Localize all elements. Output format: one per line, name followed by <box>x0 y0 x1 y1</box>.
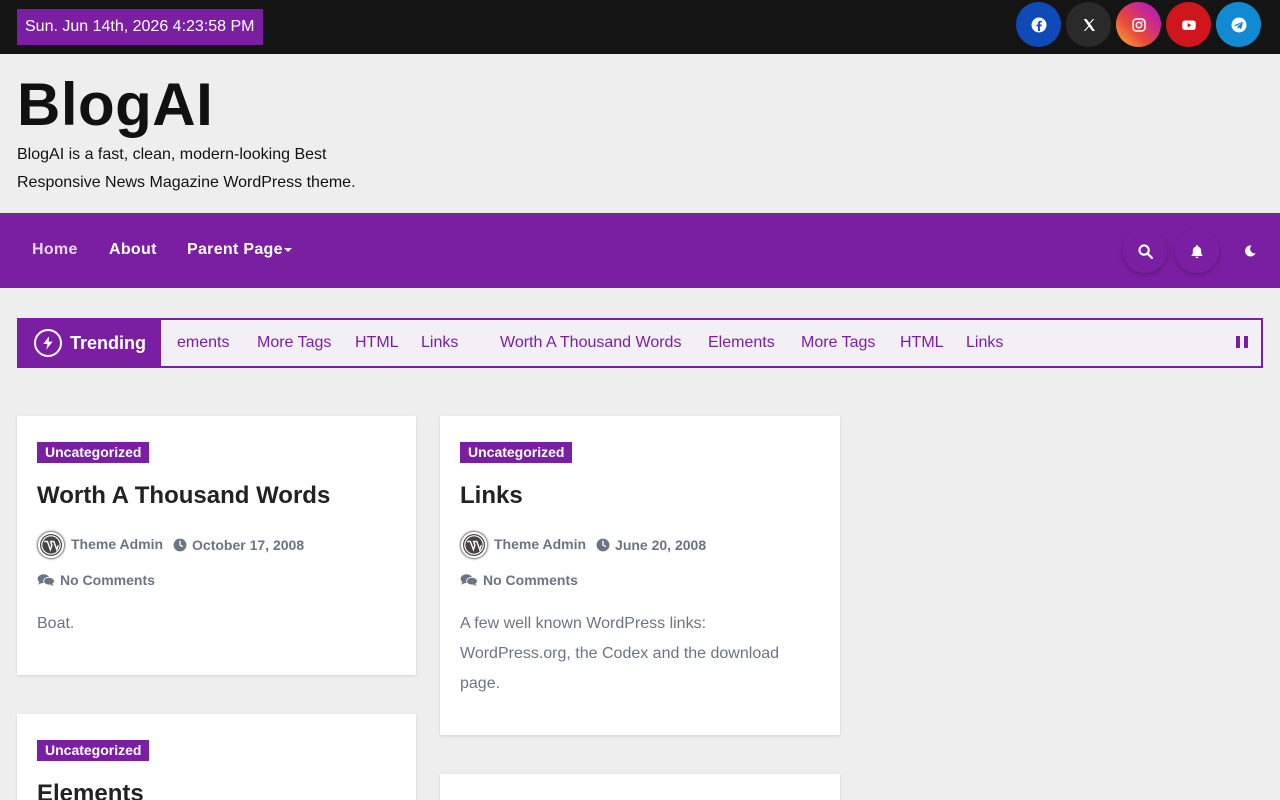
dark-mode-toggle[interactable] <box>1228 229 1272 273</box>
telegram-icon <box>1231 17 1246 32</box>
post-comments: No Comments <box>460 570 578 590</box>
avatar[interactable] <box>37 531 65 559</box>
comments-icon <box>37 574 55 586</box>
caret-down-icon <box>283 247 292 252</box>
ticker-item[interactable]: HTML <box>900 320 944 366</box>
comments-link[interactable]: No Comments <box>60 572 155 588</box>
trending-label-text: Trending <box>70 332 146 353</box>
moon-icon <box>1245 245 1256 257</box>
post-title[interactable]: Links <box>460 482 523 510</box>
bell-icon <box>1191 244 1203 258</box>
ticker-item[interactable]: Elements <box>708 320 775 366</box>
comments-icon <box>460 574 478 586</box>
post-title[interactable]: Elements <box>37 780 144 800</box>
comments-link[interactable]: No Comments <box>483 572 578 588</box>
ticker-item[interactable]: More Tags <box>257 320 331 366</box>
post-card: Uncategorized Links Theme Admin June 20,… <box>440 416 840 735</box>
nav-item-home[interactable]: Home <box>32 213 78 288</box>
x-twitter-icon <box>1083 18 1095 31</box>
post-card: Uncategorized Elements <box>17 714 416 800</box>
ticker-track: ements More Tags HTML Links Worth A Thou… <box>161 320 1211 366</box>
ticker-item[interactable]: HTML <box>355 320 399 366</box>
search-button[interactable] <box>1123 229 1167 273</box>
ticker-item[interactable]: ements <box>177 320 229 366</box>
facebook-link[interactable] <box>1016 2 1061 47</box>
post-author[interactable]: Theme Admin <box>494 536 586 552</box>
post-meta: Theme Admin June 20, 2008 <box>460 530 706 560</box>
ticker-item[interactable]: More Tags <box>801 320 875 366</box>
post-meta: Theme Admin October 17, 2008 <box>37 530 304 560</box>
clock-icon <box>596 538 610 552</box>
post-comments: No Comments <box>37 570 155 590</box>
site-title[interactable]: BlogAI <box>17 72 213 138</box>
post-card: Uncategorized Worth A Thousand Words The… <box>17 416 416 675</box>
clock-icon <box>173 538 187 552</box>
post-title[interactable]: Worth A Thousand Words <box>37 482 330 510</box>
instagram-link[interactable] <box>1116 2 1161 47</box>
post-card <box>440 774 840 800</box>
main-navigation: Home About Parent Page <box>0 213 1280 288</box>
pause-icon <box>1244 336 1248 348</box>
nav-item-label: Parent Page <box>187 241 283 258</box>
trending-label: Trending <box>19 320 161 366</box>
search-icon <box>1137 243 1153 259</box>
x-twitter-link[interactable] <box>1066 2 1111 47</box>
ticker-item[interactable]: Worth A Thousand Words <box>500 320 681 366</box>
pause-button[interactable] <box>1236 336 1248 350</box>
category-badge[interactable]: Uncategorized <box>460 442 573 463</box>
post-excerpt: Boat. <box>37 615 75 632</box>
post-date[interactable]: October 17, 2008 <box>192 537 304 553</box>
site-description: BlogAI is a fast, clean, modern-looking … <box>17 146 356 191</box>
wordpress-icon <box>463 534 485 556</box>
wordpress-icon <box>40 534 62 556</box>
post-excerpt: A few well known WordPress links: WordPr… <box>460 615 780 692</box>
instagram-icon <box>1131 17 1146 32</box>
youtube-icon <box>1181 20 1196 30</box>
nav-item-about[interactable]: About <box>109 213 157 288</box>
facebook-icon <box>1031 17 1046 32</box>
trending-ticker: Trending ements More Tags HTML Links Wor… <box>17 318 1263 368</box>
post-author[interactable]: Theme Admin <box>71 536 163 552</box>
ticker-item[interactable]: Links <box>421 320 458 366</box>
post-date[interactable]: June 20, 2008 <box>615 537 706 553</box>
nav-item-parent-page[interactable]: Parent Page <box>187 213 292 288</box>
category-badge[interactable]: Uncategorized <box>37 442 150 463</box>
youtube-link[interactable] <box>1166 2 1211 47</box>
top-bar: Sun. Jun 14th, 2026 4:23:58 PM <box>0 0 1280 54</box>
category-badge[interactable]: Uncategorized <box>37 740 150 761</box>
ticker-item[interactable]: Links <box>966 320 1003 366</box>
pause-icon <box>1236 336 1240 348</box>
current-datetime: Sun. Jun 14th, 2026 4:23:58 PM <box>17 9 263 45</box>
telegram-link[interactable] <box>1216 2 1261 47</box>
avatar[interactable] <box>460 531 488 559</box>
notifications-button[interactable] <box>1175 229 1219 273</box>
lightning-icon <box>34 329 62 357</box>
